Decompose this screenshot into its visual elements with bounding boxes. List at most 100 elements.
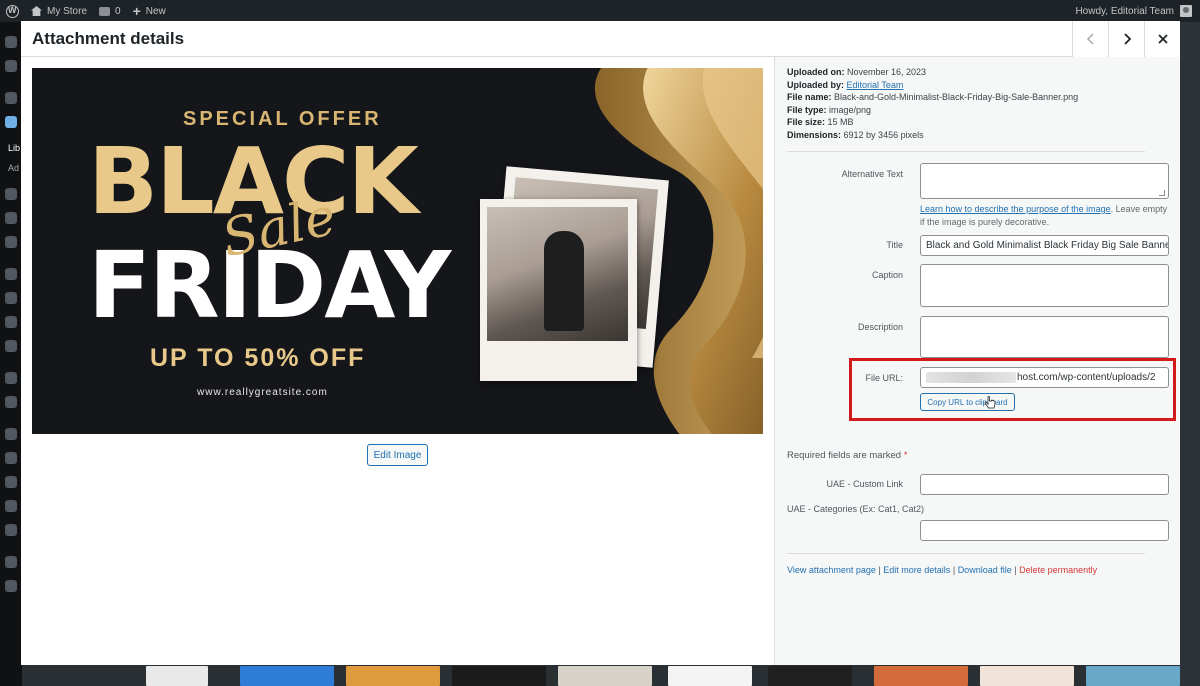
uae-custom-link-label: UAE - Custom Link — [826, 479, 903, 489]
caption-field[interactable] — [920, 264, 1169, 307]
modal-header: Attachment details — [21, 21, 1180, 57]
appearance-icon[interactable] — [5, 372, 17, 384]
edit-more-details-link[interactable]: Edit more details — [883, 565, 950, 575]
file-details: Uploaded on: November 16, 2023 Uploaded … — [787, 66, 1078, 141]
description-label: Description — [857, 322, 903, 332]
marketing-icon[interactable] — [5, 340, 17, 352]
pages-icon[interactable] — [5, 188, 17, 200]
grid-thumbnail — [240, 666, 334, 686]
uae-categories-field[interactable] — [920, 520, 1169, 541]
title-label: Title — [886, 240, 903, 250]
sidebar-label-library[interactable]: Lib — [8, 143, 20, 153]
description-field[interactable] — [920, 316, 1169, 358]
woocommerce-icon[interactable] — [5, 236, 17, 248]
attachment-details-modal: Attachment details SPECIAL OFFER BLACK F… — [21, 21, 1180, 665]
dashboard-icon[interactable] — [5, 36, 17, 48]
grid-thumbnail — [768, 666, 852, 686]
new-content-link[interactable]: + New — [127, 0, 172, 22]
store-icon[interactable] — [5, 60, 17, 72]
media-icon[interactable] — [5, 116, 17, 128]
caption-label: Caption — [871, 270, 903, 280]
pin-icon[interactable] — [5, 92, 17, 104]
comments-count: 0 — [115, 5, 121, 17]
new-label: New — [145, 5, 166, 17]
grid-thumbnail — [452, 666, 546, 686]
chevron-left-icon — [1086, 33, 1094, 45]
comments-link[interactable]: 0 — [93, 0, 127, 22]
site-name-link[interactable]: My Store — [25, 0, 93, 22]
account-menu[interactable]: Howdy, Editorial Team — [1075, 5, 1200, 17]
grid-thumbnail — [980, 666, 1074, 686]
next-button[interactable] — [1108, 21, 1144, 57]
separator: | — [1014, 565, 1017, 575]
uploaded-on-value: November 16, 2023 — [847, 67, 927, 77]
plugins-icon[interactable] — [5, 428, 17, 440]
required-asterisk: * — [903, 450, 908, 461]
grid-thumbnail — [146, 666, 208, 686]
delete-permanently-link[interactable]: Delete permanently — [1019, 565, 1097, 575]
attachment-info-panel: Uploaded on: November 16, 2023 Uploaded … — [774, 57, 1180, 665]
settings-icon[interactable] — [5, 524, 17, 536]
site-name: My Store — [47, 5, 88, 17]
analytics-icon[interactable] — [5, 316, 17, 328]
banner-website: www.reallygreatsite.com — [197, 387, 328, 398]
uae-custom-link-field[interactable] — [920, 474, 1169, 495]
uae-categories-label: UAE - Categories (Ex: Cat1, Cat2) — [787, 504, 925, 514]
title-field[interactable]: Black and Gold Minimalist Black Friday B… — [920, 235, 1169, 256]
dimensions-value: 6912 by 3456 pixels — [843, 129, 924, 140]
folder-icon[interactable] — [5, 396, 17, 408]
dimensions-label: Dimensions: — [787, 129, 842, 140]
file-name-value: Black-and-Gold-Minimalist-Black-Friday-B… — [834, 92, 1079, 102]
grid-thumbnail — [1086, 666, 1180, 686]
comments-icon[interactable] — [5, 212, 17, 224]
uploaded-by-label: Uploaded by: — [787, 79, 845, 90]
grid-thumbnail — [558, 666, 652, 686]
hand-cursor-icon — [984, 396, 996, 409]
admin-bar: My Store 0 + New Howdy, Editorial Team — [0, 0, 1200, 22]
person-figure — [544, 231, 584, 331]
tools-icon[interactable] — [5, 500, 17, 512]
alt-text-help-link[interactable]: Learn how to describe the purpose of the… — [920, 204, 1111, 214]
view-attachment-link[interactable]: View attachment page — [787, 565, 876, 575]
divider — [787, 151, 1145, 152]
extra-icon[interactable] — [5, 556, 17, 568]
wordpress-logo-button[interactable] — [0, 0, 25, 22]
download-file-link[interactable]: Download file — [958, 565, 1012, 575]
sidebar-label-add[interactable]: Ad — [8, 163, 19, 173]
grid-thumbnail — [668, 666, 752, 686]
home-icon — [31, 6, 42, 16]
close-button[interactable] — [1144, 21, 1180, 57]
admin-sidebar: Lib Ad — [0, 22, 22, 686]
close-icon — [1157, 34, 1168, 44]
collapse-icon[interactable] — [5, 580, 17, 592]
divider — [787, 553, 1145, 554]
attachment-media-view: SPECIAL OFFER BLACK FRIDAY Sale UP TO 50… — [21, 57, 774, 665]
grid-thumbnail — [874, 666, 968, 686]
media-grid-background — [22, 665, 1180, 686]
avatar — [1180, 5, 1192, 17]
edit-image-button[interactable]: Edit Image — [367, 444, 428, 466]
brush-icon[interactable] — [5, 452, 17, 464]
polaroid-front — [480, 199, 637, 381]
grid-thumbnail — [346, 666, 440, 686]
required-fields-note: Required fields are marked * — [787, 450, 907, 461]
chevron-right-icon — [1123, 33, 1131, 45]
users-icon[interactable] — [5, 476, 17, 488]
payments-icon[interactable] — [5, 292, 17, 304]
uploaded-by-link[interactable]: Editorial Team — [847, 80, 904, 90]
file-size-label: File size: — [787, 117, 826, 127]
banner-discount: UP TO 50% OFF — [150, 344, 366, 372]
alt-text-label: Alternative Text — [841, 169, 903, 179]
separator: | — [878, 565, 881, 575]
background-page — [1180, 22, 1200, 686]
attachment-image: SPECIAL OFFER BLACK FRIDAY Sale UP TO 50… — [32, 68, 763, 434]
wordpress-icon — [6, 4, 19, 18]
previous-button[interactable] — [1072, 21, 1108, 57]
required-text: Required fields are marked — [787, 450, 902, 461]
greeting: Howdy, Editorial Team — [1075, 5, 1174, 17]
products-icon[interactable] — [5, 268, 17, 280]
attachment-actions: View attachment page | Edit more details… — [787, 565, 1097, 575]
file-type-value: image/png — [829, 104, 872, 115]
alt-text-help: Learn how to describe the purpose of the… — [920, 203, 1172, 228]
alt-text-field[interactable] — [920, 163, 1169, 199]
